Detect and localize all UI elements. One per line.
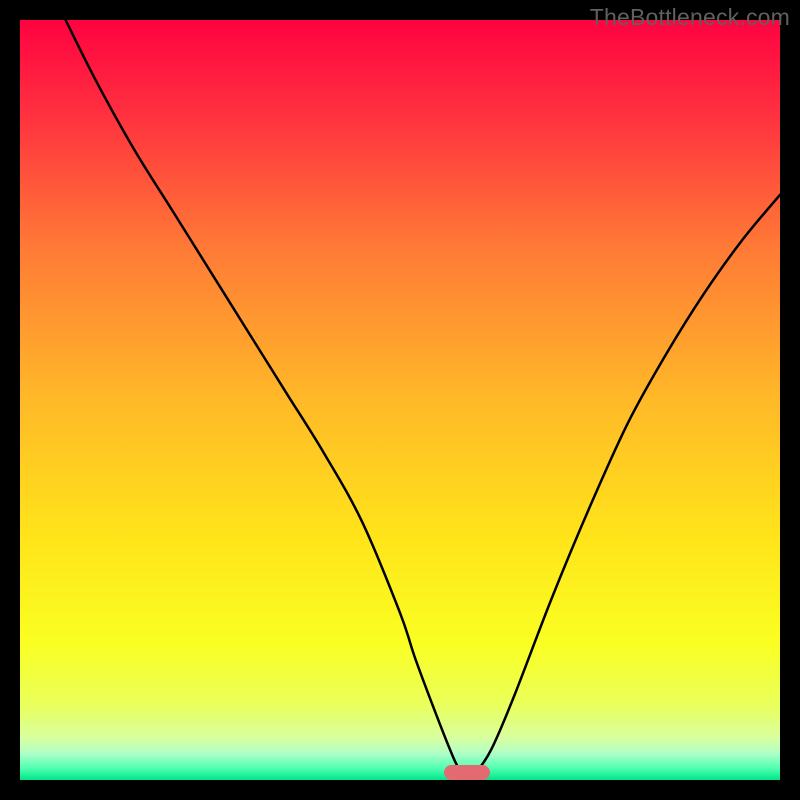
chart-container: TheBottleneck.com [0,0,800,800]
watermark-label: TheBottleneck.com [590,4,790,31]
chart-svg [20,20,780,780]
optimal-point-marker [444,765,490,780]
plot-area [20,20,780,780]
gradient-background [20,20,780,780]
